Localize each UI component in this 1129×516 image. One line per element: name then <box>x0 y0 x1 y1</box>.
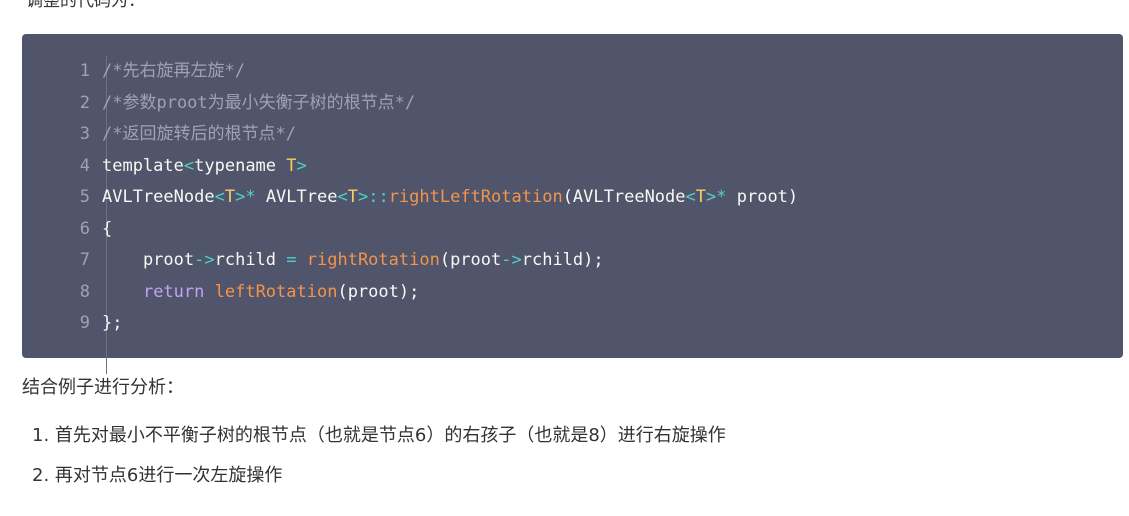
list-item: 2. 再对节点6进行一次左旋操作 <box>32 465 283 486</box>
code-token: > <box>296 155 307 176</box>
code-token: (proot <box>439 250 502 270</box>
ordered-list: 1. 首先对最小不平衡子树的根节点（也就是节点6）的右孩子（也就是8）进行右旋操… <box>32 424 726 504</box>
code-token: T <box>695 187 707 207</box>
code-token: < <box>685 187 696 207</box>
code-token: proot) <box>726 187 799 207</box>
line-number: 4 <box>79 155 90 176</box>
code-line: proot->rchild = rightRotation(proot->rch… <box>102 245 798 277</box>
code-line: return leftRotation(proot); <box>102 277 798 309</box>
code-token: return <box>142 281 205 302</box>
code-line: }; <box>102 308 798 340</box>
line-numbers: 1 2 3 4 5 6 7 8 9 <box>22 56 107 374</box>
code-token: typename <box>194 155 287 176</box>
code-body: /*先右旋再左旋*/ /*参数proot为最小失衡子树的根节点*/ /*返回旋转后的… <box>102 56 798 340</box>
line-number: 5 <box>79 187 90 207</box>
code-token: < <box>214 187 225 207</box>
code-token: >* <box>235 187 256 207</box>
code-line: /*先右旋再左旋*/ <box>102 56 798 88</box>
code-line: /*返回旋转后的根节点*/ <box>102 119 798 151</box>
code-token: AVLTree <box>255 187 338 207</box>
line-number: 1 <box>79 61 90 81</box>
code-token: -> <box>194 250 215 270</box>
list-item: 1. 首先对最小不平衡子树的根节点（也就是节点6）的右孩子（也就是8）进行右旋操… <box>32 425 726 446</box>
line-number: 3 <box>79 124 90 144</box>
code-token: /*先右旋再左旋*/ <box>102 61 245 81</box>
code-token: proot <box>102 250 195 270</box>
line-number: 2 <box>79 92 90 113</box>
code-line: /*参数proot为最小失衡子树的根节点*/ <box>102 88 798 120</box>
line-number: 6 <box>79 218 90 239</box>
code-token: -> <box>501 250 522 270</box>
code-token: < <box>183 155 195 176</box>
code-token: (proot); <box>337 281 420 302</box>
line-number: 8 <box>79 281 90 302</box>
line-number: 9 <box>79 313 90 333</box>
code-token: = <box>286 250 297 270</box>
code-token: >:: <box>357 187 389 207</box>
line-number: 7 <box>79 250 90 270</box>
code-token: rightRotation <box>306 250 440 270</box>
analysis-paragraph: 结合例子进行分析： <box>22 377 184 398</box>
code-line: { <box>102 214 798 246</box>
code-token: < <box>337 187 348 207</box>
code-token: rchild); <box>521 250 604 270</box>
code-line: AVLTreeNode<T>* AVLTree<T>::rightLeftRot… <box>102 182 798 214</box>
code-token: >* <box>706 187 727 207</box>
code-token: rchild <box>214 250 287 270</box>
code-line: template<typename T> <box>102 151 798 183</box>
code-token: T <box>224 187 236 207</box>
code-token: (AVLTreeNode <box>562 187 686 207</box>
code-token: template <box>102 155 184 176</box>
code-token: T <box>286 155 297 176</box>
top-text: 调整的代码为： <box>26 0 145 11</box>
code-token: leftRotation <box>214 281 338 302</box>
code-token: }; <box>102 313 123 333</box>
code-block: 1 2 3 4 5 6 7 8 9 /*先右旋再左旋*/ /*参数proot为最小失衡子树的根节点… <box>22 34 1123 374</box>
code-token: T <box>347 187 358 207</box>
code-token: rightLeftRotation <box>388 187 563 207</box>
code-token: AVLTreeNode <box>102 187 215 207</box>
code-token: { <box>102 218 113 239</box>
code-token: /*返回旋转后的根节点*/ <box>102 124 296 144</box>
code-token: /*参数proot为最小失衡子树的根节点*/ <box>102 92 416 113</box>
